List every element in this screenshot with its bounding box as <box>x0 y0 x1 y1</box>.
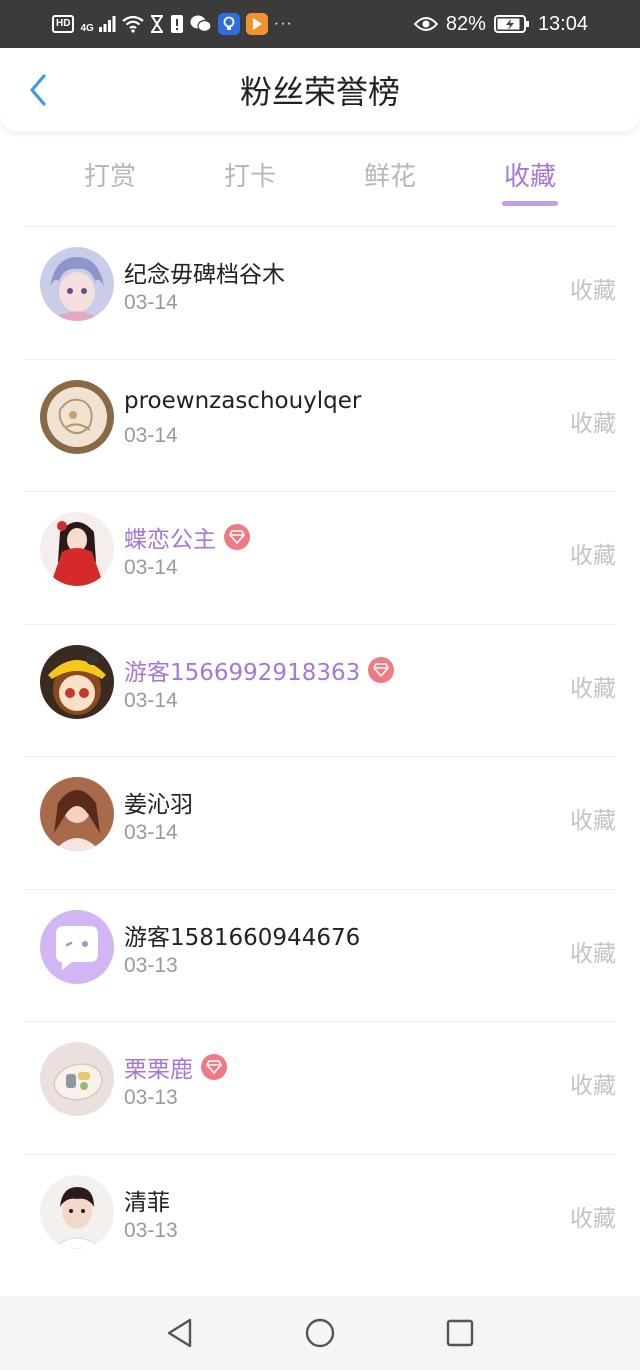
diamond-badge-icon <box>201 1054 227 1080</box>
tab-flowers[interactable]: 鲜花 <box>335 140 445 212</box>
fan-date: 03-14 <box>124 688 178 712</box>
more-notifications-icon: ··· <box>273 15 293 32</box>
avatar[interactable] <box>40 1042 114 1116</box>
avatar[interactable] <box>40 909 114 984</box>
list-item[interactable]: 清菲 03-13 收藏 <box>24 1153 616 1287</box>
eye-comfort-icon <box>413 16 438 32</box>
list-item[interactable]: 游客1581660944676 03-13 收藏 <box>24 888 616 1022</box>
name-line: 栗栗鹿 <box>124 1050 227 1084</box>
system-nav-bar <box>0 1296 640 1370</box>
fan-action: 收藏 <box>570 808 616 834</box>
nav-home-button[interactable] <box>300 1313 340 1353</box>
fan-name: 游客1581660944676 <box>124 924 361 951</box>
fan-date: 03-14 <box>124 556 178 579</box>
back-button[interactable] <box>20 72 56 108</box>
fan-action: 收藏 <box>570 1205 616 1232</box>
fan-date: 03-14 <box>124 821 178 844</box>
tab-bar: 打赏 打卡 鲜花 收藏 <box>0 140 640 212</box>
fan-date: 03-13 <box>124 1218 178 1242</box>
name-line: 蝶恋公主 <box>124 520 250 554</box>
nav-back-button[interactable] <box>160 1313 200 1353</box>
fan-list: 纪念毋碑档谷木 03-14 收藏 proewnzaschouylqer 03-1… <box>0 226 640 1286</box>
tab-label: 收藏 <box>503 162 556 192</box>
fan-action: 收藏 <box>570 410 616 437</box>
tab-favorites[interactable]: 收藏 <box>475 140 585 212</box>
tab-reward[interactable]: 打赏 <box>55 140 165 212</box>
hd-icon: HD <box>52 15 75 33</box>
fan-action: 收藏 <box>570 278 616 304</box>
avatar[interactable] <box>40 777 114 851</box>
active-tab-indicator <box>502 201 558 206</box>
nav-recents-button[interactable] <box>440 1313 480 1353</box>
battery-percent: 82% <box>445 12 486 35</box>
network-type-label: 4G <box>80 23 94 34</box>
tab-label: 鲜花 <box>363 162 416 192</box>
app-bulb-icon <box>217 13 240 35</box>
tab-label: 打卡 <box>223 162 276 192</box>
avatar[interactable] <box>40 1174 114 1249</box>
fan-name: 清菲 <box>124 1189 170 1216</box>
fan-action: 收藏 <box>570 543 616 569</box>
list-item[interactable]: 游客1566992918363 03-14 收藏 <box>24 623 616 757</box>
name-line: 姜沁羽 <box>124 785 193 819</box>
status-right: 82% 13:04 <box>413 12 588 36</box>
avatar[interactable] <box>40 512 114 586</box>
tab-checkin[interactable]: 打卡 <box>195 140 305 212</box>
square-recents-icon <box>446 1319 474 1347</box>
fan-name: 栗栗鹿 <box>124 1057 193 1083</box>
avatar[interactable] <box>40 644 114 719</box>
name-line: proewnzaschouylqer <box>124 388 361 414</box>
wifi-icon <box>122 15 144 33</box>
list-item[interactable]: proewnzaschouylqer 03-14 收藏 <box>24 358 616 492</box>
fan-date: 03-14 <box>124 291 178 314</box>
page-title: 粉丝荣誉榜 <box>239 73 400 111</box>
name-line: 纪念毋碑档谷木 <box>124 255 285 289</box>
name-line: 清菲 <box>124 1183 170 1217</box>
fan-date: 03-13 <box>124 953 178 977</box>
name-line: 游客1566992918363 <box>124 653 395 687</box>
fan-action: 收藏 <box>570 940 616 967</box>
name-line: 游客1581660944676 <box>124 918 360 952</box>
status-bar: HD 4G ··· 82% 13:04 <box>0 0 640 48</box>
fan-name: proewnzaschouylqer <box>124 387 362 414</box>
battery-charging-icon <box>493 15 530 33</box>
header: 粉丝荣誉榜 <box>0 48 640 132</box>
tab-label: 打赏 <box>83 162 136 192</box>
fan-action: 收藏 <box>570 1073 616 1099</box>
diamond-badge-icon <box>368 656 395 683</box>
fan-name: 游客1566992918363 <box>124 659 361 686</box>
wechat-icon <box>190 14 212 34</box>
fan-name: 蝶恋公主 <box>124 527 216 553</box>
fan-date: 03-13 <box>124 1086 178 1109</box>
status-left: HD 4G ··· <box>52 13 293 35</box>
avatar[interactable] <box>40 379 114 454</box>
signal-icon <box>98 15 116 33</box>
triangle-back-icon <box>167 1318 192 1348</box>
app-play-icon <box>245 13 268 35</box>
list-item[interactable]: 蝶恋公主 03-14 收藏 <box>24 491 616 624</box>
chevron-left-icon <box>30 74 46 106</box>
circle-home-icon <box>305 1318 335 1348</box>
fan-name: 纪念毋碑档谷木 <box>124 262 285 288</box>
clock: 13:04 <box>537 12 588 35</box>
list-item[interactable]: 纪念毋碑档谷木 03-14 收藏 <box>24 226 616 359</box>
sim-alert-icon <box>170 14 184 34</box>
fan-action: 收藏 <box>570 675 616 702</box>
fan-date: 03-14 <box>124 423 178 447</box>
list-item[interactable]: 栗栗鹿 03-13 收藏 <box>24 1021 616 1154</box>
avatar[interactable] <box>40 247 114 321</box>
hourglass-icon <box>150 15 164 33</box>
list-item[interactable]: 姜沁羽 03-14 收藏 <box>24 756 616 889</box>
fan-name: 姜沁羽 <box>124 792 193 818</box>
diamond-badge-icon <box>224 524 250 550</box>
